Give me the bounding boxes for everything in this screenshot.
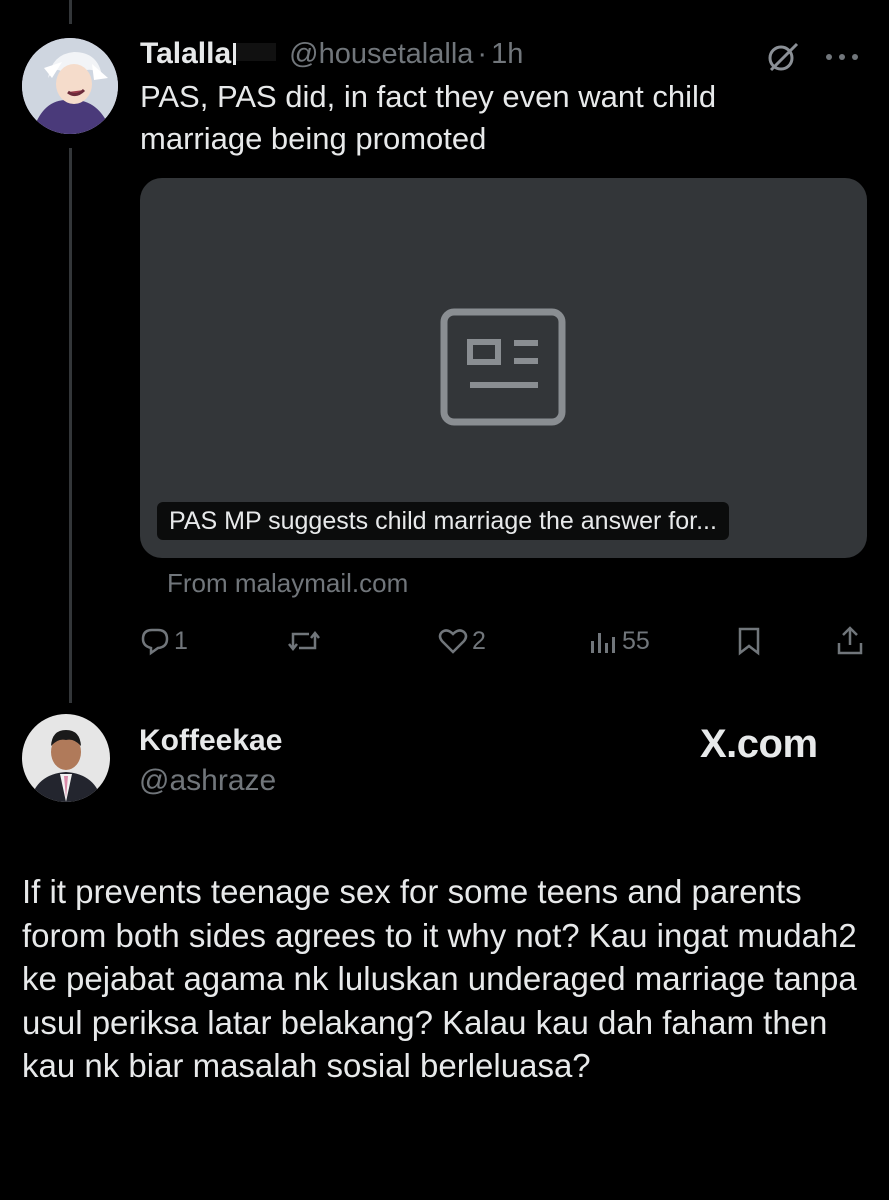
reply-handle[interactable]: @ashraze [139, 764, 276, 798]
like-count: 2 [472, 626, 486, 655]
reply-count: 1 [174, 626, 188, 655]
share-icon [837, 626, 863, 655]
repost-button[interactable] [287, 624, 325, 658]
link-card[interactable] [140, 178, 867, 558]
view-count: 55 [622, 626, 650, 655]
separator: · [477, 37, 488, 70]
avatar[interactable] [22, 38, 118, 134]
analytics-icon [591, 633, 615, 653]
share-button[interactable] [835, 624, 865, 658]
reply-icon [141, 628, 169, 656]
link-card-source[interactable]: From malaymail.com [167, 568, 408, 599]
x-com-logo: X.com [700, 722, 818, 766]
handle[interactable]: @housetalalla [289, 38, 473, 71]
link-card-title[interactable]: PAS MP suggests child marriage the answe… [157, 502, 729, 540]
repost-icon [288, 630, 320, 652]
grok-icon[interactable] [765, 38, 801, 79]
heart-icon [438, 629, 468, 654]
views-button[interactable]: 55 [588, 624, 650, 658]
parent-tweet-text-line1: PAS, PAS did, in fact they even want chi… [140, 79, 717, 114]
bookmark-icon [738, 627, 760, 656]
bookmark-button[interactable] [737, 624, 761, 658]
display-name[interactable]: Talalla [140, 37, 231, 71]
reply-avatar[interactable] [22, 714, 110, 802]
timestamp[interactable]: 1h [491, 38, 523, 71]
like-button[interactable]: 2 [438, 624, 486, 658]
reply-tweet-text: If it prevents teenage sex for some teen… [22, 873, 857, 1084]
parent-tweet-text-line2: marriage being promoted [140, 121, 487, 156]
reply-button[interactable]: 1 [140, 624, 188, 658]
black-flag-icon [233, 39, 279, 70]
avatar-image [22, 38, 118, 134]
parent-tweet-text: PAS, PAS did, in fact they even want chi… [140, 76, 716, 160]
parent-tweet-header: Talalla @housetalalla · 1h [140, 34, 523, 74]
reply-avatar-image [22, 714, 110, 802]
more-options-icon[interactable] [823, 50, 863, 68]
news-article-icon [440, 308, 568, 431]
thread-line [69, 148, 72, 703]
reply-display-name[interactable]: Koffeekae [139, 724, 282, 758]
thread-line-top [69, 0, 72, 24]
